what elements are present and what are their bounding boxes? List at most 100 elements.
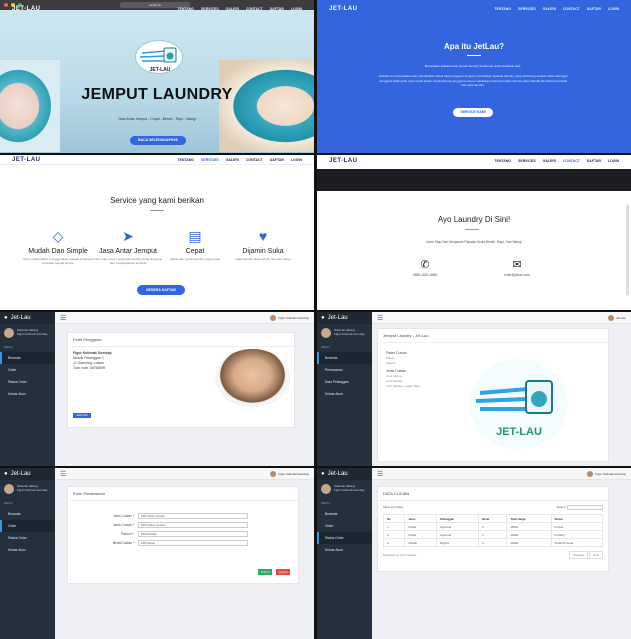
nav-tentang[interactable]: TENTANG	[177, 7, 194, 11]
email-address: order@jetlau.com	[503, 273, 531, 277]
sidebar-item-status-order[interactable]: Status Order	[317, 532, 372, 544]
sidebar-item-keluar[interactable]: Keluar Akun	[0, 544, 55, 556]
nav-contact[interactable]: CONTACT	[246, 158, 263, 162]
sidebar-item-beranda[interactable]: Beranda	[0, 508, 55, 520]
topbar-user[interactable]: Jet-Lau	[607, 314, 626, 321]
sidebar-item-beranda[interactable]: Beranda	[317, 508, 372, 520]
nav-login[interactable]: LOGIN	[291, 158, 302, 162]
user-name: Figur Kolimatt Gombay	[334, 332, 365, 336]
dashboard-page-screenshot: ● Jet-Lau Selamat datang Figur Kolimatt Go…	[317, 312, 631, 466]
search-box[interactable]: Search:	[557, 505, 603, 510]
email-contact[interactable]: ✉ order@jetlau.com	[492, 258, 542, 277]
service-button[interactable]: SERVICE KAMI	[453, 108, 493, 117]
column-header[interactable]: Total Harga	[506, 514, 552, 523]
table-cell: Kiloan	[404, 530, 437, 539]
hamburger-icon[interactable]: ☰	[60, 314, 66, 322]
nav-galeri[interactable]: GALERI	[543, 159, 556, 163]
nav-tentang[interactable]: TENTANG	[494, 159, 511, 163]
hamburger-icon[interactable]: ☰	[377, 470, 383, 478]
sidebar-item-order[interactable]: Order	[317, 520, 372, 532]
nav-tentang[interactable]: TENTANG	[494, 7, 511, 11]
app-name[interactable]: Jet-Lau	[11, 471, 31, 477]
sidebar-item-order[interactable]: Order	[0, 520, 55, 532]
nav-daftar[interactable]: DAFTAR	[270, 7, 284, 11]
nav-login[interactable]: LOGIN	[291, 7, 302, 11]
title-divider	[467, 55, 481, 56]
sidebar-item-keluar[interactable]: Keluar Akun	[317, 388, 372, 400]
register-button[interactable]: SEGERA DAFTAR	[137, 285, 185, 295]
nav-services[interactable]: SERVICES	[201, 158, 219, 162]
cancel-button[interactable]: Cancel	[276, 569, 290, 575]
nav-contact[interactable]: CONTACT	[246, 7, 263, 11]
menu-section-label: MENU	[321, 345, 330, 349]
brand-logo[interactable]: JET-LAU	[329, 6, 358, 12]
sidebar-header: ● Jet-Lau	[0, 468, 55, 480]
column-header[interactable]: Berat	[478, 514, 508, 523]
app-name[interactable]: Jet-Lau	[328, 471, 348, 477]
avatar	[321, 484, 331, 494]
nav-contact[interactable]: CONTACT	[563, 7, 580, 11]
hamburger-icon[interactable]: ☰	[60, 470, 66, 478]
column-header[interactable]: Status	[550, 514, 603, 523]
menu-section-label: MENU	[4, 501, 13, 505]
read-more-button[interactable]: BACA SELENGKAPNYA	[130, 136, 186, 145]
nav-daftar[interactable]: DAFTAR	[587, 159, 601, 163]
top-nav: JET-LAU TENTANG SERVICES GALERI CONTACT …	[317, 155, 631, 167]
column-header[interactable]: Jenis	[404, 514, 437, 523]
parfum-select[interactable]: Pilih Parfum	[138, 531, 248, 537]
brand-logo[interactable]: JET-LAU	[329, 158, 358, 164]
nav-login[interactable]: LOGIN	[608, 7, 619, 11]
brand-logo[interactable]: JET-LAU	[12, 6, 41, 12]
search-input[interactable]	[567, 505, 603, 510]
nav-services[interactable]: SERVICES	[201, 7, 219, 11]
topbar-user[interactable]: Figur Kolimatt Gombay	[587, 470, 626, 477]
hamburger-icon[interactable]: ☰	[377, 314, 383, 322]
nav-login[interactable]: LOGIN	[608, 159, 619, 163]
nav-services[interactable]: SERVICES	[518, 7, 536, 11]
column-header[interactable]: Pelanggan	[435, 514, 480, 523]
user-name: Figur Kolimatt Gombay	[334, 488, 365, 492]
nav-tentang[interactable]: TENTANG	[177, 158, 194, 162]
app-name[interactable]: Jet-Lau	[11, 315, 31, 321]
column-header[interactable]: No	[382, 514, 406, 523]
nav-services[interactable]: SERVICES	[518, 159, 536, 163]
table-cell: Agusmar	[435, 522, 480, 531]
submit-button[interactable]: Submit	[258, 569, 272, 575]
topbar-user[interactable]: Figur Kolimatt Gombay	[270, 470, 309, 477]
nav-contact[interactable]: CONTACT	[563, 159, 580, 163]
sidebar-item-beranda[interactable]: Beranda	[0, 352, 55, 364]
sidebar-item-pemesanan[interactable]: Pemesanan	[317, 364, 372, 376]
phone-contact[interactable]: ✆ 0896-1651-8988	[400, 258, 450, 277]
user-name: Figur Kolimatt Gombay	[17, 488, 48, 492]
prev-page-button[interactable]: Previous	[569, 551, 589, 559]
app-name[interactable]: Jet-Lau	[328, 315, 348, 321]
sidebar-item-keluar[interactable]: Keluar Akun	[317, 544, 372, 556]
sidebar-item-beranda[interactable]: Beranda	[317, 352, 372, 364]
admin-sidebar: ● Jet-Lau Selamat datang Figur Kolimatt Go…	[317, 312, 372, 466]
sidebar-item-keluar[interactable]: Keluar Akun	[0, 388, 55, 400]
paket-select[interactable]: Pilih Paket Cucian	[138, 522, 248, 528]
sidebar-item-order[interactable]: Order	[0, 364, 55, 376]
search-label: Search:	[556, 505, 567, 510]
sidebar-item-status-order[interactable]: Status Order	[0, 376, 55, 388]
sidebar-item-status-order[interactable]: Status Order	[0, 532, 55, 544]
nav-daftar[interactable]: DAFTAR	[270, 158, 284, 162]
nav-galeri[interactable]: GALERI	[543, 7, 556, 11]
top-nav: JET-LAU TENTANG SERVICES GALERI CONTACT …	[0, 155, 314, 165]
nav-galeri[interactable]: GALERI	[226, 7, 239, 11]
cucian-select[interactable]: Pilih Jenis Cucian	[138, 513, 248, 519]
topbar-user[interactable]: Figur Kolimatt Gombay	[270, 314, 309, 321]
service-name: Dijamin Suka	[242, 248, 284, 255]
nav-daftar[interactable]: DAFTAR	[587, 7, 601, 11]
edit-profile-button[interactable]: Edit Profil	[73, 413, 91, 418]
sidebar-item-pelanggan[interactable]: Data Pelanggan	[317, 376, 372, 388]
table-cell: 3	[382, 538, 406, 547]
paper-plane-icon: ➤	[122, 228, 134, 244]
field-label: Berat Cucian *	[112, 541, 134, 545]
brand-logo[interactable]: JET-LAU	[12, 157, 41, 163]
admin-content: DATA CUCIAN Show 10 entries Search: No J…	[372, 480, 631, 639]
entries-length[interactable]: Show 10 entries	[383, 505, 403, 510]
next-page-button[interactable]: Next	[589, 551, 603, 559]
berat-select[interactable]: Pilih Berat	[138, 540, 248, 546]
nav-galeri[interactable]: GALERI	[226, 158, 239, 162]
